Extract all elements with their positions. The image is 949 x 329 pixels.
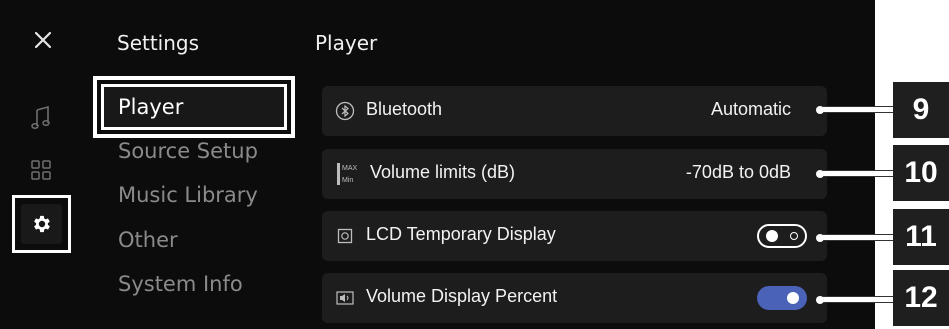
callout-11: 11	[893, 209, 949, 265]
volume-limits-label: Volume limits (dB)	[370, 162, 516, 182]
settings-title: Settings	[117, 31, 200, 55]
svg-text:MAX: MAX	[342, 165, 358, 172]
volume-limits-value: -70dB to 0dB	[685, 162, 791, 182]
callout-line-10	[822, 170, 896, 177]
bluetooth-row[interactable]: Bluetooth Automatic	[322, 86, 827, 136]
menu-item-music-library[interactable]: Music Library	[118, 183, 258, 207]
close-icon[interactable]	[33, 30, 53, 50]
callout-12: 12	[893, 270, 949, 326]
callout-dot-11	[816, 234, 824, 242]
gear-highlight-box[interactable]	[12, 195, 71, 253]
callout-dot-12	[816, 296, 824, 304]
volume-limits-icon: MAX Min	[336, 160, 360, 188]
grid-icon[interactable]	[31, 160, 51, 185]
toggle-knob	[787, 292, 799, 304]
music-note-icon[interactable]	[31, 105, 51, 135]
callout-10: 10	[893, 145, 949, 201]
toggle-off-indicator	[790, 232, 798, 240]
volume-percent-icon	[334, 287, 356, 309]
callout-dot-10	[816, 170, 824, 178]
bluetooth-label: Bluetooth	[366, 99, 443, 119]
callout-line-12	[822, 296, 896, 303]
bluetooth-icon	[334, 100, 356, 122]
callout-line-11	[822, 234, 896, 241]
lcd-display-icon	[334, 225, 356, 247]
volume-limits-row[interactable]: MAX Min Volume limits (dB) -70dB to 0dB	[322, 149, 827, 199]
toggle-knob	[766, 230, 778, 242]
lcd-temporary-display-row[interactable]: LCD Temporary Display	[322, 211, 827, 261]
menu-item-other[interactable]: Other	[118, 228, 178, 252]
menu-item-source-setup[interactable]: Source Setup	[118, 139, 258, 163]
svg-text:Min: Min	[342, 177, 353, 184]
callout-dot-9	[816, 106, 824, 114]
menu-item-player[interactable]: Player	[118, 95, 183, 119]
callout-9: 9	[893, 82, 949, 138]
volume-display-percent-toggle[interactable]	[757, 286, 807, 310]
bluetooth-value: Automatic	[710, 99, 791, 119]
lcd-temporary-display-label: LCD Temporary Display	[366, 224, 556, 244]
volume-display-percent-label: Volume Display Percent	[366, 286, 558, 306]
lcd-temporary-display-toggle[interactable]	[757, 224, 807, 248]
player-settings-screen: Settings Player Player Source Setup Musi…	[0, 0, 875, 329]
gear-icon[interactable]	[21, 204, 62, 244]
page-title: Player	[315, 31, 378, 55]
volume-display-percent-row[interactable]: Volume Display Percent	[322, 273, 827, 323]
menu-item-system-info[interactable]: System Info	[118, 272, 243, 296]
callout-line-9	[822, 106, 896, 113]
